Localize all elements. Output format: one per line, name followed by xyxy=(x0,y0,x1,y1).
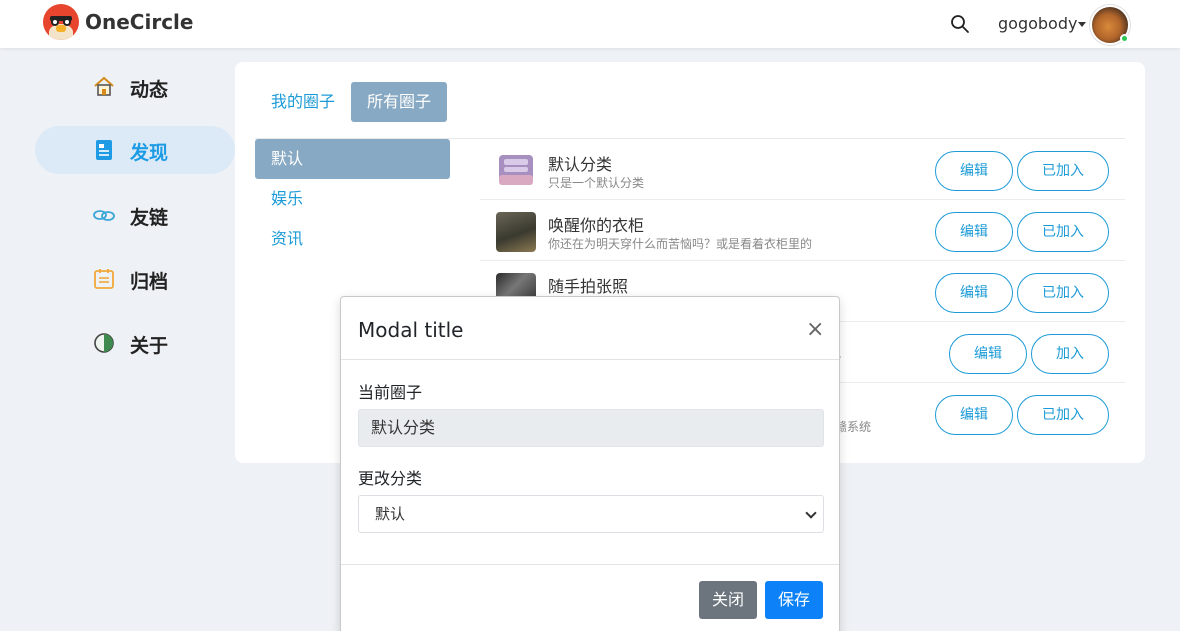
sidebar-item-about[interactable]: 关于 xyxy=(35,319,235,367)
change-category-modal: Modal title × 当前圈子 默认分类 更改分类 默认 关闭 保存 xyxy=(340,296,840,631)
circle-row: 默认分类 只是一个默认分类 编辑 已加入 xyxy=(480,139,1125,200)
sidebar-item-links[interactable]: 友链 xyxy=(35,191,235,239)
edit-button[interactable]: 编辑 xyxy=(935,395,1013,435)
circle-title[interactable]: 默认分类 xyxy=(548,151,612,175)
circle-row: 唤醒你的衣柜 你还在为明天穿什么而苦恼吗？或是看着衣柜里的 编辑 已加入 xyxy=(480,200,1125,261)
save-button[interactable]: 保存 xyxy=(765,581,823,619)
sidebar-item-discover[interactable]: 发现 xyxy=(35,126,235,174)
category-select[interactable]: 默认 xyxy=(358,495,824,533)
selected-option: 默认 xyxy=(375,505,406,523)
joined-button[interactable]: 已加入 xyxy=(1017,212,1109,252)
close-button[interactable]: 关闭 xyxy=(699,581,757,619)
sidebar-item-label: 关于 xyxy=(130,335,169,357)
search-icon[interactable] xyxy=(950,14,970,34)
sidebar-item-dynamic[interactable]: 动态 xyxy=(35,63,235,111)
close-icon[interactable]: × xyxy=(806,317,824,342)
modal-footer-divider xyxy=(341,564,839,565)
circle-title[interactable]: 随手拍张照 xyxy=(548,273,628,297)
tab-all-circles[interactable]: 所有圈子 xyxy=(351,82,448,122)
sidebar-item-label: 动态 xyxy=(130,79,169,101)
circle-thumbnail xyxy=(496,212,536,252)
circle-desc: 你还在为明天穿什么而苦恼吗？或是看着衣柜里的 xyxy=(548,237,813,251)
modal-title: Modal title xyxy=(358,318,464,342)
modal-header-divider xyxy=(341,359,839,360)
calendar-icon xyxy=(94,269,114,289)
circle-desc: 赣系统 xyxy=(835,420,872,434)
edit-button[interactable]: 编辑 xyxy=(935,151,1013,191)
circle-desc: 只是一个默认分类 xyxy=(548,176,645,190)
edit-button[interactable]: 编辑 xyxy=(949,334,1027,374)
joined-button[interactable]: 已加入 xyxy=(1017,273,1109,313)
chevron-down-icon[interactable] xyxy=(1078,22,1086,27)
sidebar-item-archive[interactable]: 归档 xyxy=(35,255,235,303)
edit-button[interactable]: 编辑 xyxy=(935,273,1013,313)
sidebar-item-label: 发现 xyxy=(130,142,169,164)
join-button[interactable]: 加入 xyxy=(1031,334,1109,374)
joined-button[interactable]: 已加入 xyxy=(1017,151,1109,191)
sidebar-item-label: 归档 xyxy=(130,271,169,293)
logo-icon[interactable] xyxy=(43,4,79,40)
circle-title[interactable]: 唤醒你的衣柜 xyxy=(548,212,644,236)
current-circle-label: 当前圈子 xyxy=(358,383,423,402)
change-category-label: 更改分类 xyxy=(358,469,423,488)
home-icon xyxy=(94,76,114,96)
top-navbar: OneCircle gogobody xyxy=(0,0,1180,48)
category-entertainment[interactable]: 娱乐 xyxy=(255,179,450,219)
online-status-icon xyxy=(1120,34,1129,43)
category-default[interactable]: 默认 xyxy=(255,139,450,179)
brand-name[interactable]: OneCircle xyxy=(85,10,193,34)
username[interactable]: gogobody xyxy=(998,14,1077,33)
leaf-icon xyxy=(94,333,114,353)
chevron-down-icon xyxy=(805,507,817,519)
document-icon xyxy=(96,140,112,160)
edit-button[interactable]: 编辑 xyxy=(935,212,1013,252)
category-news[interactable]: 资讯 xyxy=(255,219,450,259)
current-circle-field: 默认分类 xyxy=(358,409,824,447)
link-icon xyxy=(93,210,115,221)
tab-my-circles[interactable]: 我的圈子 xyxy=(255,82,351,122)
inbox-icon xyxy=(496,151,536,191)
sidebar-item-label: 友链 xyxy=(130,207,169,229)
joined-button[interactable]: 已加入 xyxy=(1017,395,1109,435)
